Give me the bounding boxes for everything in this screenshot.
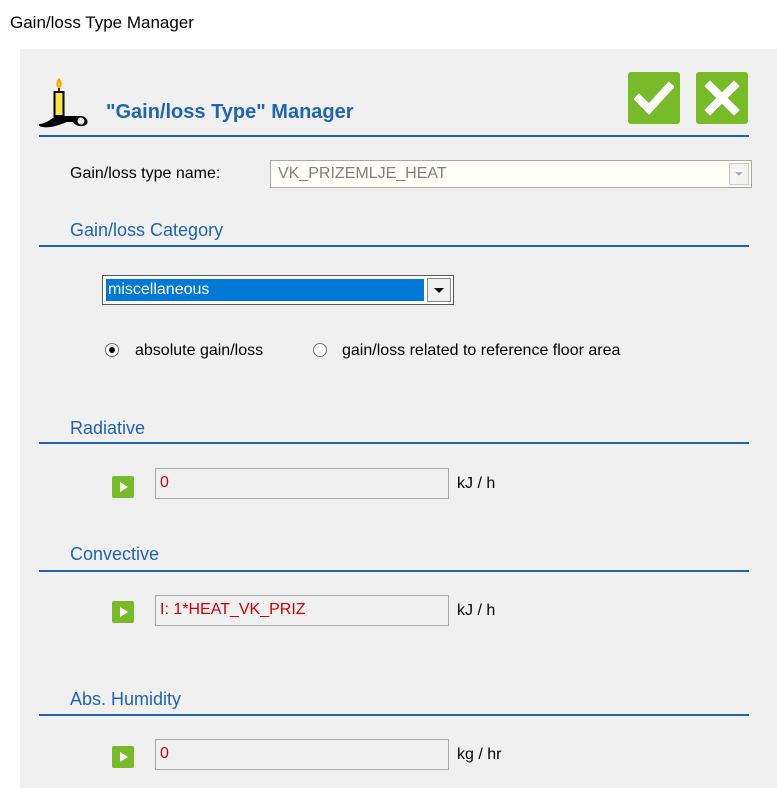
convective-divider [39, 570, 749, 572]
radiative-input[interactable]: 0 [155, 468, 449, 499]
absolute-gain-loss-radio[interactable] [105, 343, 119, 357]
convective-section-title: Convective [70, 544, 160, 564]
convective-value: I: 1*HEAT_VK_PRIZ [160, 601, 306, 618]
radiative-divider [39, 442, 749, 444]
ok-button[interactable] [628, 72, 680, 124]
type-name-label: Gain/loss type name: [70, 165, 221, 182]
radiative-section-title: Radiative [70, 418, 146, 438]
combobox-dropdown-button[interactable] [729, 163, 749, 185]
convective-edit-button[interactable] [112, 601, 134, 623]
window-title: Gain/loss Type Manager [10, 13, 194, 32]
humidity-value: 0 [160, 745, 169, 762]
radiative-edit-button[interactable] [112, 476, 134, 498]
close-icon [704, 80, 740, 116]
convective-input[interactable]: I: 1*HEAT_VK_PRIZ [155, 595, 449, 626]
humidity-edit-button[interactable] [112, 746, 134, 768]
type-name-combobox[interactable]: VK_PRIZEMLJE_HEAT [270, 160, 752, 188]
humidity-unit: kg / hr [457, 746, 502, 763]
category-selected-value: miscellaneous [106, 279, 424, 301]
checkmark-icon [634, 81, 674, 115]
humidity-section-title: Abs. Humidity [70, 689, 182, 709]
category-dropdown-button[interactable] [427, 278, 451, 302]
header-divider [39, 135, 749, 137]
category-divider [39, 245, 749, 247]
chevron-down-icon [735, 172, 743, 176]
candle-icon [39, 78, 88, 128]
humidity-input[interactable]: 0 [155, 739, 449, 770]
floor-area-gain-loss-label: gain/loss related to reference floor are… [342, 342, 621, 359]
radiative-unit: kJ / h [457, 475, 496, 492]
convective-unit: kJ / h [457, 602, 496, 619]
category-select[interactable]: miscellaneous [102, 275, 454, 305]
type-name-value: VK_PRIZEMLJE_HEAT [278, 165, 447, 182]
page-title: "Gain/loss Type" Manager [106, 101, 354, 123]
absolute-gain-loss-label: absolute gain/loss [135, 342, 264, 359]
humidity-divider [39, 714, 749, 716]
radiative-value: 0 [160, 474, 169, 491]
category-section-title: Gain/loss Category [70, 220, 224, 240]
floor-area-gain-loss-radio[interactable] [313, 343, 327, 357]
gain-loss-manager-panel: "Gain/loss Type" Manager Gain/loss type … [20, 49, 777, 788]
chevron-down-icon [434, 288, 444, 293]
cancel-button[interactable] [696, 72, 748, 124]
